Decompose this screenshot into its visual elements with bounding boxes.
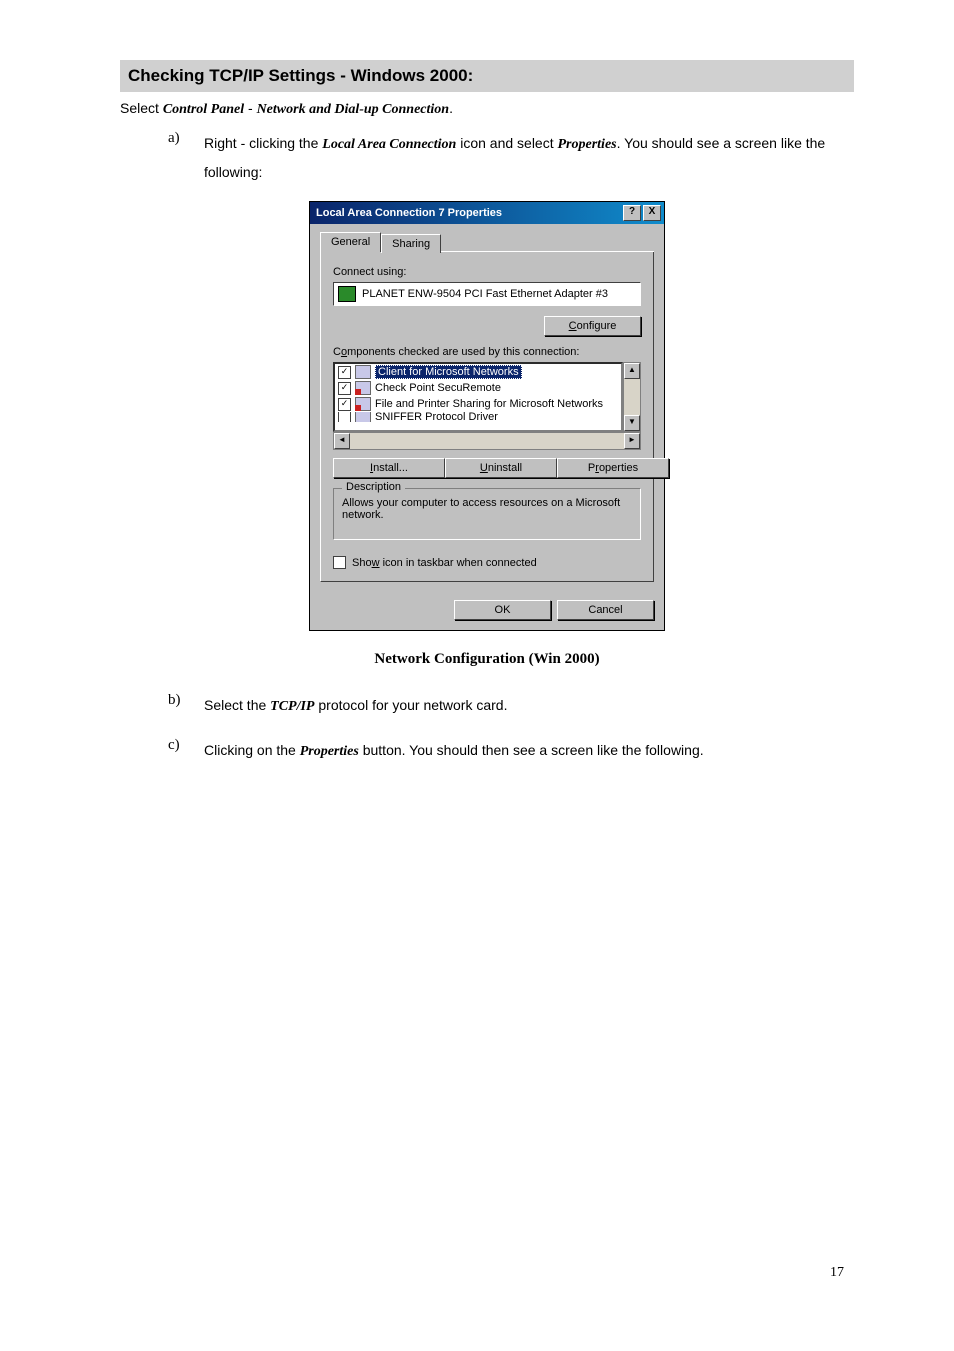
adapter-field: PLANET ENW-9504 PCI Fast Ethernet Adapte… <box>333 282 641 306</box>
network-protocol-icon <box>355 412 371 422</box>
text-bold: TCP/IP <box>270 699 314 714</box>
section-header: Checking TCP/IP Settings - Windows 2000: <box>120 60 854 92</box>
list-content: Clicking on the Properties button. You s… <box>204 737 704 766</box>
text: icon and select <box>456 135 557 151</box>
checkbox-icon[interactable] <box>333 556 346 569</box>
list-item[interactable]: ✓ File and Printer Sharing for Microsoft… <box>335 396 621 412</box>
tab-content: Connect using: PLANET ENW-9504 PCI Fast … <box>320 252 654 582</box>
configure-button[interactable]: Configure <box>544 316 641 336</box>
network-client-icon <box>355 365 371 379</box>
text: button. You should then see a screen lik… <box>359 742 704 758</box>
tabs: General Sharing <box>320 232 654 252</box>
text-bold: Properties <box>300 744 359 759</box>
install-button[interactable]: Install... <box>333 458 445 478</box>
list-item-c: c) Clicking on the Properties button. Yo… <box>168 737 854 766</box>
title-bar: Local Area Connection 7 Properties ? X <box>310 202 664 224</box>
text: Right - clicking the <box>204 135 322 151</box>
uninstall-button[interactable]: Uninstall <box>445 458 557 478</box>
page-number: 17 <box>120 1265 854 1281</box>
component-label: Check Point SecuRemote <box>375 382 501 394</box>
text-bold: Network and Dial-up Connection <box>257 102 450 117</box>
close-button[interactable]: X <box>643 205 661 221</box>
list-content: Select the TCP/IP protocol for your netw… <box>204 692 507 721</box>
list-item[interactable]: ✓ Client for Microsoft Networks <box>335 364 621 380</box>
text: . <box>449 100 453 116</box>
dialog-screenshot: Local Area Connection 7 Properties ? X G… <box>120 201 854 631</box>
text-bold: Local Area Connection <box>322 137 456 152</box>
properties-button[interactable]: Properties <box>557 458 669 478</box>
text: - <box>244 100 256 116</box>
properties-dialog: Local Area Connection 7 Properties ? X G… <box>309 201 665 631</box>
component-label: SNIFFER Protocol Driver <box>375 412 498 422</box>
horizontal-scrollbar[interactable]: ◄ ► <box>333 432 641 450</box>
list-marker: c) <box>168 737 188 766</box>
text: Clicking on the <box>204 742 300 758</box>
text-bold: Properties <box>558 137 617 152</box>
list-content: Right - clicking the Local Area Connecti… <box>204 130 854 185</box>
description-legend: Description <box>342 481 405 493</box>
text: Select the <box>204 697 270 713</box>
scroll-up-icon[interactable]: ▲ <box>624 363 640 379</box>
network-client-icon <box>355 381 371 395</box>
text: Select <box>120 100 163 116</box>
list-item[interactable]: SNIFFER Protocol Driver <box>335 412 621 422</box>
text-bold: Control Panel <box>163 102 244 117</box>
help-button[interactable]: ? <box>623 205 641 221</box>
checkbox-icon[interactable]: ✓ <box>338 366 351 379</box>
list-marker: a) <box>168 130 188 185</box>
adapter-name: PLANET ENW-9504 PCI Fast Ethernet Adapte… <box>362 288 608 300</box>
checkbox-icon[interactable]: ✓ <box>338 382 351 395</box>
component-label: File and Printer Sharing for Microsoft N… <box>375 398 603 410</box>
components-listbox[interactable]: ✓ Client for Microsoft Networks ✓ Check … <box>333 362 641 432</box>
list-item-a: a) Right - clicking the Local Area Conne… <box>168 130 854 185</box>
scroll-left-icon[interactable]: ◄ <box>334 433 350 449</box>
network-service-icon <box>355 397 371 411</box>
connect-using-label: Connect using: <box>333 266 641 278</box>
description-group: Description Allows your computer to acce… <box>333 488 641 540</box>
list-marker: b) <box>168 692 188 721</box>
show-icon-label: Show icon in taskbar when connected <box>352 557 537 569</box>
cancel-button[interactable]: Cancel <box>557 600 654 620</box>
show-icon-row[interactable]: Show icon in taskbar when connected <box>333 556 641 569</box>
scroll-right-icon[interactable]: ► <box>624 433 640 449</box>
checkbox-icon[interactable] <box>338 412 351 422</box>
checkbox-icon[interactable]: ✓ <box>338 398 351 411</box>
description-text: Allows your computer to access resources… <box>342 497 632 521</box>
component-label: Client for Microsoft Networks <box>375 365 522 379</box>
figure-caption: Network Configuration (Win 2000) <box>120 651 854 668</box>
tab-sharing[interactable]: Sharing <box>381 234 441 253</box>
ok-button[interactable]: OK <box>454 600 551 620</box>
nic-icon <box>338 286 356 302</box>
text: protocol for your network card. <box>315 697 508 713</box>
list-item[interactable]: ✓ Check Point SecuRemote <box>335 380 621 396</box>
list-item-b: b) Select the TCP/IP protocol for your n… <box>168 692 854 721</box>
components-label: Components checked are used by this conn… <box>333 346 641 358</box>
dialog-title: Local Area Connection 7 Properties <box>316 207 502 219</box>
intro-line: Select Control Panel - Network and Dial-… <box>120 100 854 118</box>
tab-general[interactable]: General <box>320 232 381 252</box>
vertical-scrollbar[interactable]: ▲ ▼ <box>623 362 641 432</box>
scroll-down-icon[interactable]: ▼ <box>624 415 640 431</box>
